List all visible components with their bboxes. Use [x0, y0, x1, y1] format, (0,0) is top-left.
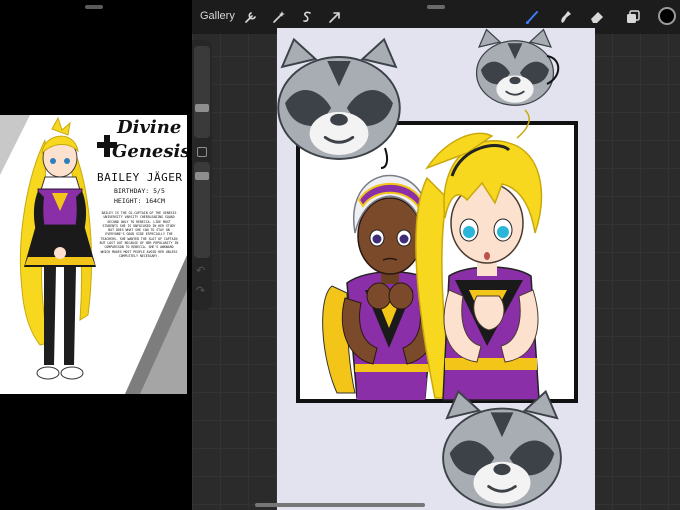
- character-birthday: BIRTHDAY: 5/5: [114, 187, 165, 195]
- brush-size-thumb[interactable]: [195, 104, 209, 112]
- magic-wand-icon[interactable]: [268, 6, 290, 28]
- top-grabber[interactable]: [427, 5, 445, 9]
- color-swatch-button[interactable]: [658, 7, 676, 25]
- reference-title-line2: Genesis: [112, 141, 187, 162]
- redo-icon[interactable]: ↷: [196, 284, 205, 297]
- wrench-icon[interactable]: [240, 6, 262, 28]
- character-reference-card: Divine Genesis BAILEY JÄGER BIRTHDAY: 5/…: [0, 115, 187, 394]
- selection-s-icon[interactable]: [296, 6, 318, 28]
- undo-icon[interactable]: ↶: [196, 264, 205, 277]
- layers-icon[interactable]: [622, 6, 644, 28]
- character-name: BAILEY JÄGER: [97, 171, 183, 184]
- home-indicator: [255, 503, 425, 507]
- canvas-artwork: [277, 28, 578, 509]
- reference-title-line1: Divine: [117, 117, 182, 138]
- brush-sidebar: ↶ ↷: [192, 40, 212, 310]
- brush-opacity-slider[interactable]: [194, 162, 210, 258]
- character-height: HEIGHT: 164CM: [114, 197, 165, 205]
- drawing-canvas[interactable]: [277, 28, 595, 510]
- brush-size-slider[interactable]: [194, 46, 210, 138]
- brush-icon[interactable]: [522, 6, 544, 28]
- procreate-app: Gallery ↶ ↷: [192, 0, 680, 510]
- brush-opacity-thumb[interactable]: [195, 172, 209, 180]
- transform-arrow-icon[interactable]: [324, 6, 346, 28]
- character-bio: BAILEY IS THE CO-CAPTAIN OF THE GENESIS …: [99, 211, 179, 258]
- modify-button[interactable]: [197, 147, 207, 157]
- gallery-button[interactable]: Gallery: [200, 10, 235, 22]
- smudge-icon[interactable]: [554, 6, 576, 28]
- reference-pane: Divine Genesis BAILEY JÄGER BIRTHDAY: 5/…: [0, 0, 190, 510]
- reference-pane-grabber[interactable]: [85, 5, 103, 9]
- eraser-icon[interactable]: [586, 6, 608, 28]
